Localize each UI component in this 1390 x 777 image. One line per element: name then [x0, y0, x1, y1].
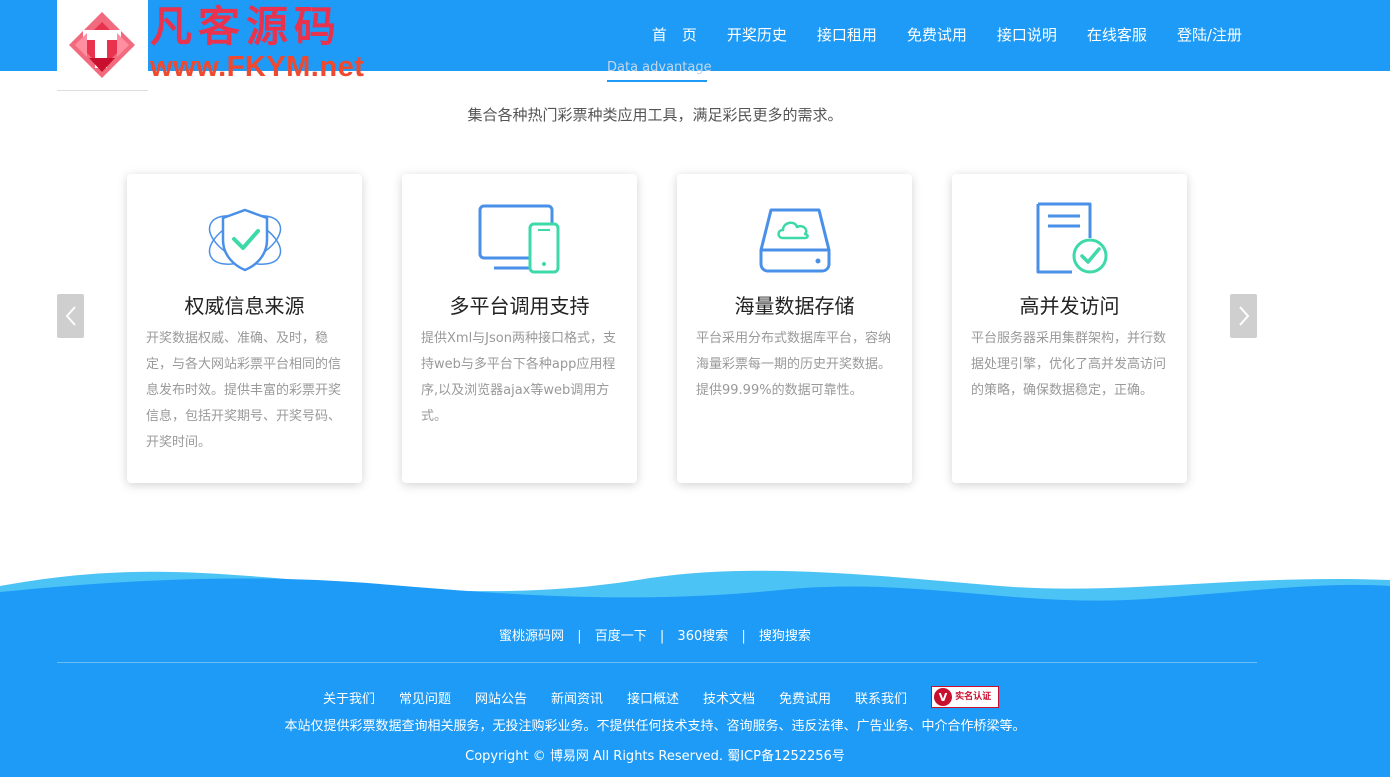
card-title: 高并发访问	[1019, 294, 1120, 318]
footer-notice: 本站仅提供彩票数据查询相关服务，无投注购彩业务。不提供任何技术支持、咨询服务、违…	[284, 719, 1026, 734]
verified-badge[interactable]: V 实名认证	[931, 686, 1000, 708]
friend-link[interactable]: 百度一下	[595, 625, 647, 644]
card-text: 平台采用分布式数据库平台，容纳海量彩票每一期的历史开奖数据。提供99.99%的数…	[696, 331, 892, 398]
logo-url: www.FKYM.net	[150, 51, 365, 83]
footer-link-announcements[interactable]: 网站公告	[475, 688, 527, 707]
feature-card-multiplatform: 多平台调用支持 提供Xml与Json两种接口格式，支持web与多平台下各种app…	[402, 174, 637, 483]
nav-free-trial[interactable]: 免费试用	[892, 0, 982, 71]
card-text: 提供Xml与Json两种接口格式，支持web与多平台下各种app应用程序,以及浏…	[421, 331, 616, 424]
devices-icon	[478, 204, 560, 274]
footer-link-news[interactable]: 新闻资讯	[551, 688, 603, 707]
footer-link-tech-docs[interactable]: 技术文档	[703, 688, 755, 707]
nav-draw-history[interactable]: 开奖历史	[712, 0, 802, 71]
footer-link-api-overview[interactable]: 接口概述	[627, 688, 679, 707]
cloud-storage-icon	[759, 208, 831, 273]
main-nav: 首 页 开奖历史 接口租用 免费试用 接口说明 在线客服 登陆/注册	[637, 0, 1257, 71]
card-text: 开奖数据权威、准确、及时，稳定，与各大网站彩票平台相同的信息发布时效。提供丰富的…	[146, 331, 342, 450]
carousel-next-button[interactable]	[1230, 294, 1257, 338]
document-check-icon	[1036, 202, 1108, 274]
section-underline	[607, 80, 707, 82]
footer-divider	[57, 662, 1257, 663]
verified-label: 实名认证	[955, 692, 992, 702]
link-separator: |	[577, 629, 582, 644]
footer-link-about[interactable]: 关于我们	[323, 688, 375, 707]
friend-links: 蜜桃源码网 | 百度一下 | 360搜索 | 搜狗搜索	[0, 625, 1310, 644]
footer-link-contact[interactable]: 联系我们	[855, 688, 907, 707]
footer-links: 关于我们 常见问题 网站公告 新闻资讯 接口概述 技术文档 免费试用 联系我们 …	[0, 686, 1310, 708]
logo-mark-icon	[69, 12, 135, 78]
feature-card-authoritative: 权威信息来源 开奖数据权威、准确、及时，稳定，与各大网站彩票平台相同的信息发布时…	[127, 174, 362, 483]
feature-card-storage: 海量数据存储 平台采用分布式数据库平台，容纳海量彩票每一期的历史开奖数据。提供9…	[677, 174, 912, 483]
link-separator: |	[659, 629, 665, 644]
footer-link-free-trial[interactable]: 免费试用	[779, 688, 831, 707]
section-description: 集合各种热门彩票种类应用工具，满足彩民更多的需求。	[467, 106, 843, 124]
footer-link-faq[interactable]: 常见问题	[399, 688, 451, 707]
logo-title: 凡客源码	[150, 2, 343, 51]
feature-card-concurrency: 高并发访问 平台服务器采用集群架构，并行数据处理引擎，优化了高并发高访问的策略，…	[952, 174, 1187, 483]
site-logo[interactable]: 凡客源码 www.FKYM.net	[57, 0, 397, 92]
nav-api-docs[interactable]: 接口说明	[982, 0, 1072, 71]
card-title: 海量数据存储	[734, 294, 855, 318]
card-text: 平台服务器采用集群架构，并行数据处理引擎，优化了高并发高访问的策略，确保数据稳定…	[971, 331, 1167, 398]
shield-check-icon	[208, 208, 282, 272]
footer-copyright: Copyright © 博易网 All Rights Reserved. 蜀IC…	[465, 749, 845, 764]
link-separator: |	[741, 629, 746, 644]
nav-login-register[interactable]: 登陆/注册	[1162, 0, 1257, 71]
card-title: 多平台调用支持	[449, 294, 590, 318]
friend-link[interactable]: 搜狗搜索	[759, 625, 811, 644]
friend-link[interactable]: 蜜桃源码网	[499, 625, 564, 644]
chevron-left-icon	[65, 306, 76, 326]
verified-v-icon: V	[934, 688, 953, 706]
nav-api-rental[interactable]: 接口租用	[802, 0, 892, 71]
carousel-prev-button[interactable]	[57, 294, 84, 338]
section-subtitle: Data advantage	[607, 60, 712, 75]
card-title: 权威信息来源	[184, 294, 305, 318]
nav-online-support[interactable]: 在线客服	[1072, 0, 1162, 71]
friend-link[interactable]: 360搜索	[677, 625, 728, 644]
chevron-right-icon	[1238, 306, 1249, 326]
